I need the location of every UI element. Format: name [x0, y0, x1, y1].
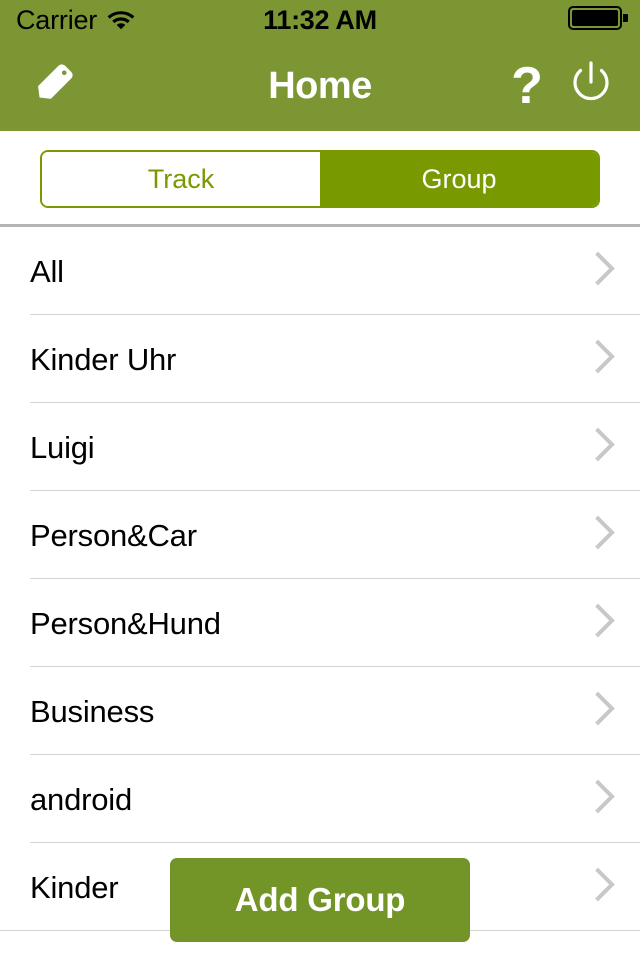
status-bar-right — [568, 5, 630, 36]
power-icon — [566, 58, 616, 113]
chevron-right-icon — [594, 251, 616, 292]
chevron-right-icon — [594, 779, 616, 820]
list-item[interactable]: Business — [0, 667, 640, 755]
segment-track[interactable]: Track — [42, 152, 320, 206]
status-bar: Carrier 11:32 AM — [0, 0, 640, 40]
list-item-label: Business — [30, 693, 155, 729]
help-button[interactable]: ? — [500, 54, 554, 118]
add-group-button[interactable]: Add Group — [170, 858, 470, 942]
list-item[interactable]: Person&Car — [0, 491, 640, 579]
power-button[interactable] — [564, 54, 618, 118]
list-item-label: Person&Car — [30, 517, 197, 553]
list-item-label: android — [30, 781, 133, 817]
chevron-right-icon — [594, 867, 616, 908]
chevron-right-icon — [594, 427, 616, 468]
chevron-right-icon — [594, 339, 616, 380]
list-item[interactable]: Kinder Uhr — [0, 315, 640, 403]
question-mark-icon: ? — [511, 56, 543, 115]
navigation-bar: Home ? — [0, 40, 640, 131]
list-item[interactable]: All — [0, 227, 640, 315]
list-item[interactable]: android — [0, 755, 640, 843]
group-list[interactable]: All Kinder Uhr Luigi Person&Car Person&H… — [0, 227, 640, 960]
segment-group[interactable]: Group — [320, 152, 598, 206]
segmented-control-area: Track Group — [0, 131, 640, 224]
list-item[interactable]: Person&Hund — [0, 579, 640, 667]
app-screen: Carrier 11:32 AM Home ? Track Group All … — [0, 0, 640, 960]
segment-track-label: Track — [147, 163, 215, 194]
list-item-label: Kinder Uhr — [30, 341, 177, 377]
list-item-label: Luigi — [30, 429, 95, 465]
list-item-label: Person&Hund — [30, 605, 221, 641]
status-bar-time: 11:32 AM — [263, 4, 377, 35]
track-group-segmented-control[interactable]: Track Group — [40, 150, 600, 208]
chevron-right-icon — [594, 691, 616, 732]
segment-group-label: Group — [421, 163, 497, 194]
battery-full-icon — [568, 5, 630, 36]
list-item[interactable]: Luigi — [0, 403, 640, 491]
chevron-right-icon — [594, 603, 616, 644]
list-item-label: All — [30, 253, 64, 289]
list-item-label: Kinder — [30, 869, 119, 905]
chevron-right-icon — [594, 515, 616, 556]
